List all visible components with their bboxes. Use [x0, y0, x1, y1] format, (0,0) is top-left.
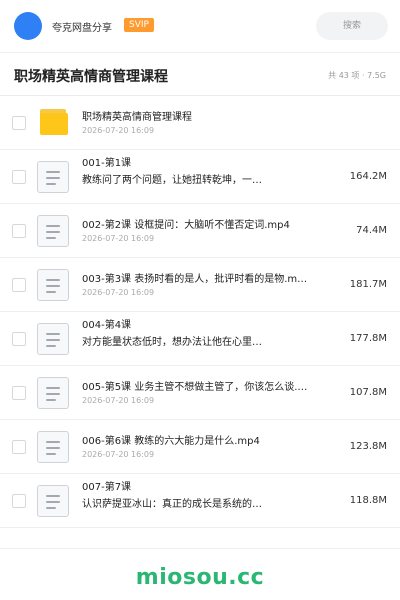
file-name: 007-第7课 认识萨提亚冰山：真正的成长是系统的… [82, 479, 326, 513]
file-size: 74.4M [356, 225, 387, 236]
video-file-icon [37, 485, 69, 517]
video-file-icon [37, 161, 69, 193]
file-name: 002-第2课 设框提问：大脑听不懂否定词.mp4 [82, 220, 290, 231]
file-name: 004-第4课 对方能量状态低时，想办法让他在心里… [82, 317, 326, 351]
file-date: 2026-07-20 16:09 [82, 288, 155, 297]
file-name: 006-第6课 教练的六大能力是什么.mp4 [82, 436, 260, 447]
file-name-line1: 001-第1课 [82, 158, 132, 169]
file-name: 003-第3课 表扬时看的是人，批评时看的是物.m… [82, 274, 308, 285]
file-name: 001-第1课 教练问了两个问题，让她扭转乾坤，一… [82, 155, 326, 189]
file-name: 005-第5课 业务主管不想做主管了，你该怎么谈.… [82, 382, 308, 393]
file-date: 2026-07-20 16:09 [82, 234, 155, 243]
list-item[interactable]: 007-第7课 认识萨提亚冰山：真正的成长是系统的… 118.8M [0, 474, 400, 528]
folder-title-bar: 职场精英高情商管理课程 共 43 项 · 7.5G [0, 52, 400, 96]
file-name: 职场精英高情商管理课程 [82, 112, 192, 123]
file-size: 164.2M [349, 171, 387, 182]
row-checkbox[interactable] [12, 386, 26, 400]
row-checkbox[interactable] [12, 224, 26, 238]
row-checkbox[interactable] [12, 116, 26, 130]
file-list: 职场精英高情商管理课程 2026-07-20 16:09 001-第1课 教练问… [0, 96, 400, 528]
list-item[interactable]: 001-第1课 教练问了两个问题，让她扭转乾坤，一… 164.2M [0, 150, 400, 204]
list-item[interactable]: 职场精英高情商管理课程 2026-07-20 16:09 [0, 96, 400, 150]
row-checkbox[interactable] [12, 170, 26, 184]
list-item[interactable]: 002-第2课 设框提问：大脑听不懂否定词.mp4 2026-07-20 16:… [0, 204, 400, 258]
list-item[interactable]: 005-第5课 业务主管不想做主管了，你该怎么谈.… 2026-07-20 16… [0, 366, 400, 420]
file-size: 123.8M [349, 441, 387, 452]
row-checkbox[interactable] [12, 278, 26, 292]
file-name-line1: 007-第7课 [82, 482, 132, 493]
file-size: 118.8M [349, 495, 387, 506]
top-bar: 夸克网盘分享 SVIP 搜索 [0, 0, 400, 52]
list-item[interactable]: 003-第3课 表扬时看的是人，批评时看的是物.m… 2026-07-20 16… [0, 258, 400, 312]
file-date: 2026-07-20 16:09 [82, 126, 155, 135]
video-file-icon [37, 215, 69, 247]
file-name-line2: 认识萨提亚冰山：真正的成长是系统的… [82, 499, 262, 510]
file-size: 181.7M [349, 279, 387, 290]
folder-icon [37, 107, 69, 139]
row-checkbox[interactable] [12, 494, 26, 508]
list-item[interactable]: 006-第6课 教练的六大能力是什么.mp4 2026-07-20 16:09 … [0, 420, 400, 474]
avatar[interactable] [14, 12, 42, 40]
video-file-icon [37, 323, 69, 355]
video-file-icon [37, 377, 69, 409]
file-name-line1: 004-第4课 [82, 320, 132, 331]
svip-badge: SVIP [124, 18, 154, 32]
file-date: 2026-07-20 16:09 [82, 396, 155, 405]
file-size: 107.8M [349, 387, 387, 398]
row-checkbox[interactable] [12, 332, 26, 346]
site-watermark: miosou.cc [135, 565, 265, 590]
folder-summary: 共 43 项 · 7.5G [328, 71, 386, 80]
search-input[interactable]: 搜索 [316, 12, 388, 40]
row-checkbox[interactable] [12, 440, 26, 454]
file-name-line2: 教练问了两个问题，让她扭转乾坤，一… [82, 175, 262, 186]
list-item[interactable]: 004-第4课 对方能量状态低时，想办法让他在心里… 177.8M [0, 312, 400, 366]
video-file-icon [37, 431, 69, 463]
footer: miosou.cc [0, 548, 400, 600]
file-name-line2: 对方能量状态低时，想办法让他在心里… [82, 337, 262, 348]
share-user-name[interactable]: 夸克网盘分享 [52, 19, 112, 34]
page-title: 职场精英高情商管理课程 [14, 69, 168, 85]
file-size: 177.8M [349, 333, 387, 344]
file-date: 2026-07-20 16:09 [82, 450, 155, 459]
video-file-icon [37, 269, 69, 301]
